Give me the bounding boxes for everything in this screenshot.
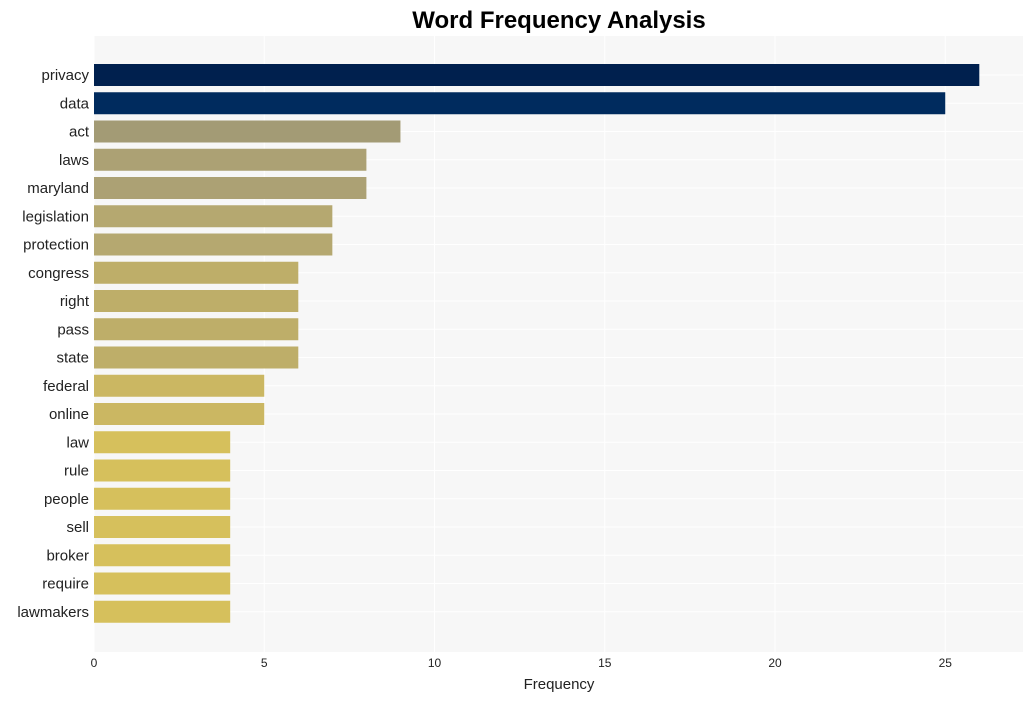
y-tick-label: privacy	[41, 67, 89, 84]
bar-legislation	[94, 205, 333, 228]
bar-rule	[94, 459, 231, 482]
x-tick-label: 0	[91, 656, 98, 670]
bar-federal	[94, 374, 265, 397]
bar-act	[94, 120, 401, 143]
y-tick-label: broker	[46, 547, 89, 564]
x-tick-label: 5	[261, 656, 268, 670]
bar-law	[94, 431, 231, 454]
y-tick-label: require	[42, 576, 89, 593]
y-tick-label: act	[69, 124, 90, 141]
bar-sell	[94, 516, 231, 538]
y-tick-label: law	[66, 434, 89, 451]
bar-state	[94, 346, 299, 369]
bar-maryland	[94, 177, 367, 199]
y-tick-label: pass	[57, 321, 89, 338]
bar-pass	[94, 318, 299, 341]
bar-right	[94, 290, 299, 312]
bar-data	[94, 92, 946, 115]
bar-online	[94, 403, 265, 425]
bar-congress	[94, 261, 299, 284]
chart-title: Word Frequency Analysis	[412, 7, 705, 34]
bar-protection	[94, 233, 333, 256]
bar-broker	[94, 544, 231, 567]
y-tick-label: right	[60, 293, 90, 310]
y-tick-label: sell	[66, 519, 89, 536]
word-frequency-chart: privacy data act laws maryland legislation pro…	[17, 7, 1023, 693]
y-tick-label: laws	[59, 152, 89, 169]
y-tick-label: rule	[64, 463, 89, 480]
bar-lawmakers	[94, 600, 231, 623]
y-tick-label: lawmakers	[17, 604, 89, 621]
bar-require	[94, 572, 231, 595]
y-tick-label: congress	[28, 265, 89, 282]
y-tick-labels: privacy data act laws maryland legislation pro…	[17, 67, 90, 621]
y-tick-label: people	[44, 491, 89, 508]
y-tick-label: legislation	[22, 208, 89, 225]
y-tick-label: online	[49, 406, 89, 423]
bar-privacy	[94, 64, 980, 86]
bar-people	[94, 487, 231, 510]
y-tick-label: federal	[43, 378, 89, 395]
y-tick-label: data	[60, 95, 90, 112]
y-tick-label: maryland	[27, 180, 89, 197]
x-tick-label: 25	[939, 656, 953, 670]
y-tick-label: state	[56, 350, 89, 367]
bar-laws	[94, 148, 367, 171]
x-axis-label: Frequency	[524, 676, 595, 693]
x-tick-label: 15	[598, 656, 612, 670]
x-tick-label: 10	[428, 656, 442, 670]
x-tick-labels: 0 5 10 15 20 25	[91, 656, 953, 670]
y-tick-label: protection	[23, 237, 89, 254]
x-tick-label: 20	[768, 656, 782, 670]
